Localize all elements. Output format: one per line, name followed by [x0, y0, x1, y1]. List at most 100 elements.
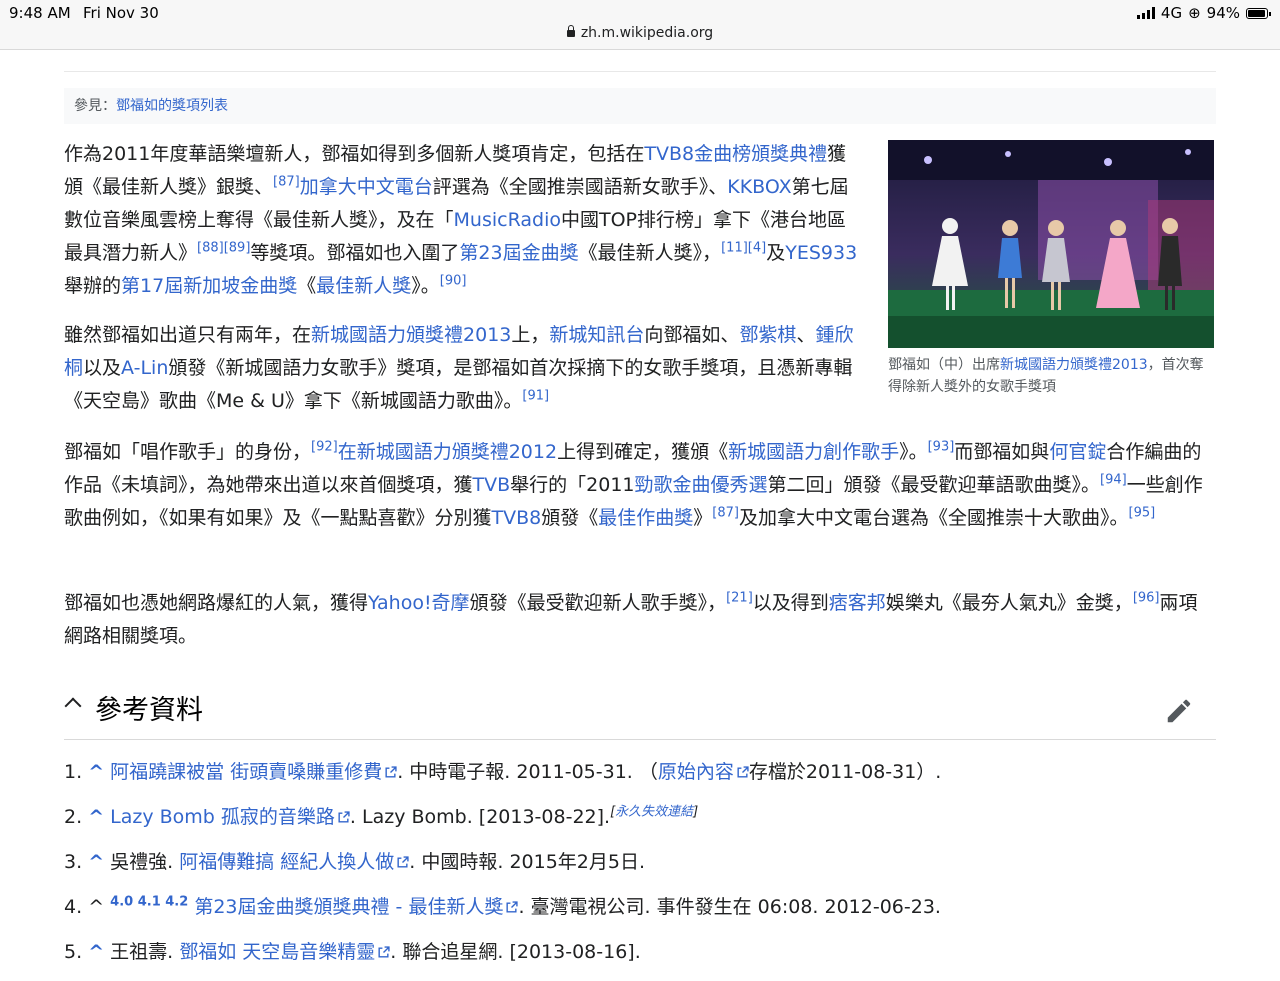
citation-link[interactable]: [21]	[726, 591, 753, 606]
reference-item: 3. ^ 吳禮強. 阿福傳難搞 經紀人換人做 . 中國時報. 2015年2月5日.	[64, 846, 1216, 891]
citation-link[interactable]: [90]	[440, 274, 467, 289]
url-bar[interactable]: zh.m.wikipedia.org	[0, 25, 1280, 41]
reference-author: 吳禮強.	[110, 851, 180, 873]
reference-list: 1. ^ 阿福蹺課被當 街頭賣嗓賺重修費 . 中時電子報. 2011-05-31.…	[64, 756, 1216, 981]
link-metro-awards-2013[interactable]: 新城國語力頒獎禮2013	[311, 324, 511, 346]
text-run: 作為2011年度華語樂壇新人，鄧福如得到多個新人獎項肯定，包括在	[64, 143, 645, 165]
reference-link[interactable]: 第23屆金曲獎頒獎典禮 - 最佳新人獎	[194, 896, 503, 918]
external-link-icon	[506, 901, 519, 913]
dead-link-note: [永久失效連結]	[610, 805, 698, 820]
link-metro-songwriter[interactable]: 新城國語力創作歌手	[728, 441, 899, 463]
status-indicators: 4G ⊕ 94%	[1136, 4, 1271, 22]
reference-link[interactable]: 阿福傳難搞 經紀人換人做	[179, 851, 394, 873]
chevron-up-icon[interactable]	[64, 697, 82, 715]
external-link-icon	[397, 856, 409, 868]
link-jade-solid-gold[interactable]: 勁歌金曲優秀選	[635, 474, 768, 496]
text-run: 上，	[511, 324, 550, 346]
text-run: 》。	[411, 275, 440, 297]
link-tvb[interactable]: TVB	[473, 474, 511, 496]
backlink-caret[interactable]: ^	[88, 761, 104, 783]
link-canada-chinese-radio[interactable]: 加拿大中文電台	[300, 176, 433, 198]
text-run: 娛樂丸《最夯人氣丸》金獎，	[885, 592, 1133, 614]
references-section-header[interactable]: 參考資料	[64, 684, 1216, 740]
reference-text: . Lazy Bomb. [2013-08-22].	[349, 806, 611, 828]
text-run: 》	[693, 507, 713, 529]
link-tvb8-awards[interactable]: TVB8金曲榜頒獎典禮	[644, 143, 827, 165]
citation-link[interactable]: [94]	[1100, 473, 1127, 488]
text-run: 第二回」頒發《最受歡迎華語歌曲獎》。	[767, 474, 1101, 496]
text-run: 上得到確定，獲頒《	[557, 441, 729, 463]
edit-pencil-icon[interactable]	[1164, 696, 1194, 726]
see-also-link[interactable]: 鄧福如的獎項列表	[116, 98, 228, 114]
reference-number: 4.	[64, 896, 83, 918]
citation-link[interactable]: [88][89]	[197, 241, 250, 256]
caption-link[interactable]: 新城國語力頒獎禮2013	[1000, 357, 1148, 373]
reference-item: 5. ^ 王祖壽. 鄧福如 天空島音樂精靈. 聯合追星網. [2013-08-1…	[64, 936, 1216, 981]
link-best-composition[interactable]: 最佳作曲獎	[598, 507, 693, 529]
citation-link[interactable]: [92]	[311, 440, 338, 455]
link-musicradio[interactable]: MusicRadio	[454, 209, 561, 231]
lock-icon	[566, 25, 575, 37]
text-run: 鄧福如「唱作歌手」的身份，	[64, 441, 312, 463]
reference-link[interactable]: 阿福蹺課被當 街頭賣嗓賺重修費	[110, 761, 382, 783]
text-run: 以及	[83, 357, 122, 379]
references-heading: 參考資料	[95, 695, 203, 726]
link-singapore-hit-awards[interactable]: 第17屆新加坡金曲獎	[121, 275, 297, 297]
reference-number: 1.	[64, 761, 83, 783]
link-kkbox[interactable]: KKBOX	[727, 176, 791, 198]
caption-text: 鄧福如（中）出席	[888, 357, 1000, 373]
link-metro-info[interactable]: 新城知訊台	[549, 324, 644, 346]
reference-number: 2.	[64, 806, 83, 828]
paragraph-internet-awards: 鄧福如也憑她網路爆紅的人氣，獲得Yahoo!奇摩頒發《最受歡迎新人歌手獎》，[2…	[64, 587, 1216, 653]
link-yes933[interactable]: YES933	[785, 242, 857, 264]
reference-link[interactable]: Lazy Bomb 孤寂的音樂路	[110, 806, 335, 828]
battery-percent: 94%	[1206, 4, 1240, 22]
reference-text: . 臺灣電視公司. 事件發生在 06:08. 2012-06-23.	[518, 896, 941, 918]
text-run: 《最佳新人獎》，	[578, 242, 722, 264]
backlink-letters[interactable]: 4.0 4.1 4.2	[110, 895, 188, 910]
citation-link[interactable]: [87]	[273, 175, 300, 190]
link-pixnet[interactable]: 痞客邦	[829, 592, 886, 614]
archive-link[interactable]: 原始內容	[658, 761, 734, 783]
text-run: 舉行的「2011	[510, 474, 635, 496]
citation-link[interactable]: [95]	[1129, 506, 1156, 521]
backlink-caret[interactable]: ^	[88, 806, 104, 828]
link-a-lin[interactable]: A-Lin	[121, 357, 168, 379]
dead-link-tag[interactable]: 永久失效連結	[615, 805, 693, 820]
text-run: 而鄧福如與	[954, 441, 1050, 463]
text-run: 雖然鄧福如出道只有兩年，在	[64, 324, 312, 346]
citation-link[interactable]: [87]	[712, 506, 739, 521]
text-run: 等獎項。鄧福如也入圍了	[250, 242, 460, 264]
text-run: 頒發《最受歡迎新人歌手獎》，	[469, 592, 727, 614]
text-run: 頒發《	[541, 507, 599, 529]
text-run: 、	[796, 324, 816, 346]
text-run: 向鄧福如、	[644, 324, 740, 346]
reference-text: . 中時電子報. 2011-05-31. （	[397, 761, 658, 783]
link-best-new-artist[interactable]: 最佳新人獎	[316, 275, 411, 297]
date: Fri Nov 30	[83, 4, 159, 22]
text-run: 以及得到	[752, 592, 829, 614]
reference-text: . 中國時報. 2015年2月5日.	[409, 851, 646, 873]
orientation-lock-icon: ⊕	[1188, 4, 1201, 22]
text-run: 及	[766, 242, 786, 264]
citation-link[interactable]: [91]	[522, 389, 549, 404]
link-golden-melody-23[interactable]: 第23屆金曲獎	[459, 242, 578, 264]
figure-caption: 鄧福如（中）出席新城國語力頒獎禮2013，首次奪得除新人獎外的女歌手獎項	[888, 354, 1214, 398]
link-tvb8[interactable]: TVB8	[492, 507, 542, 529]
paragraph-songwriter: 鄧福如「唱作歌手」的身份，[92]在新城國語力頒獎禮2012上得到確定，獲頒《新…	[64, 436, 1216, 535]
citation-link[interactable]: [96]	[1133, 591, 1160, 606]
link-he-guanding[interactable]: 何官錠	[1049, 441, 1106, 463]
reference-item: 4. ^ 4.0 4.1 4.2 第23屆金曲獎頒獎典禮 - 最佳新人獎 . 臺灣…	[64, 891, 1216, 936]
backlink-caret: ^	[88, 896, 105, 918]
url-text: zh.m.wikipedia.org	[580, 25, 714, 41]
paragraph-female-singer-award: 雖然鄧福如出道只有兩年，在新城國語力頒獎禮2013上，新城知訊台向鄧福如、鄧紫棋…	[64, 319, 860, 418]
link-gem[interactable]: 鄧紫棋	[739, 324, 796, 346]
award-ceremony-photo[interactable]	[888, 140, 1214, 348]
citation-link[interactable]: [93]	[928, 440, 955, 455]
backlink-caret[interactable]: ^	[88, 851, 104, 873]
citation-link[interactable]: [11][4]	[721, 241, 766, 256]
link-yahoo-kimo[interactable]: Yahoo!奇摩	[368, 592, 470, 614]
link-metro-awards-2012[interactable]: 在新城國語力頒獎禮2012	[338, 441, 557, 463]
reference-item: 2. ^ Lazy Bomb 孤寂的音樂路 . Lazy Bomb. [2013-…	[64, 801, 1216, 846]
bracket: ]	[693, 804, 699, 820]
